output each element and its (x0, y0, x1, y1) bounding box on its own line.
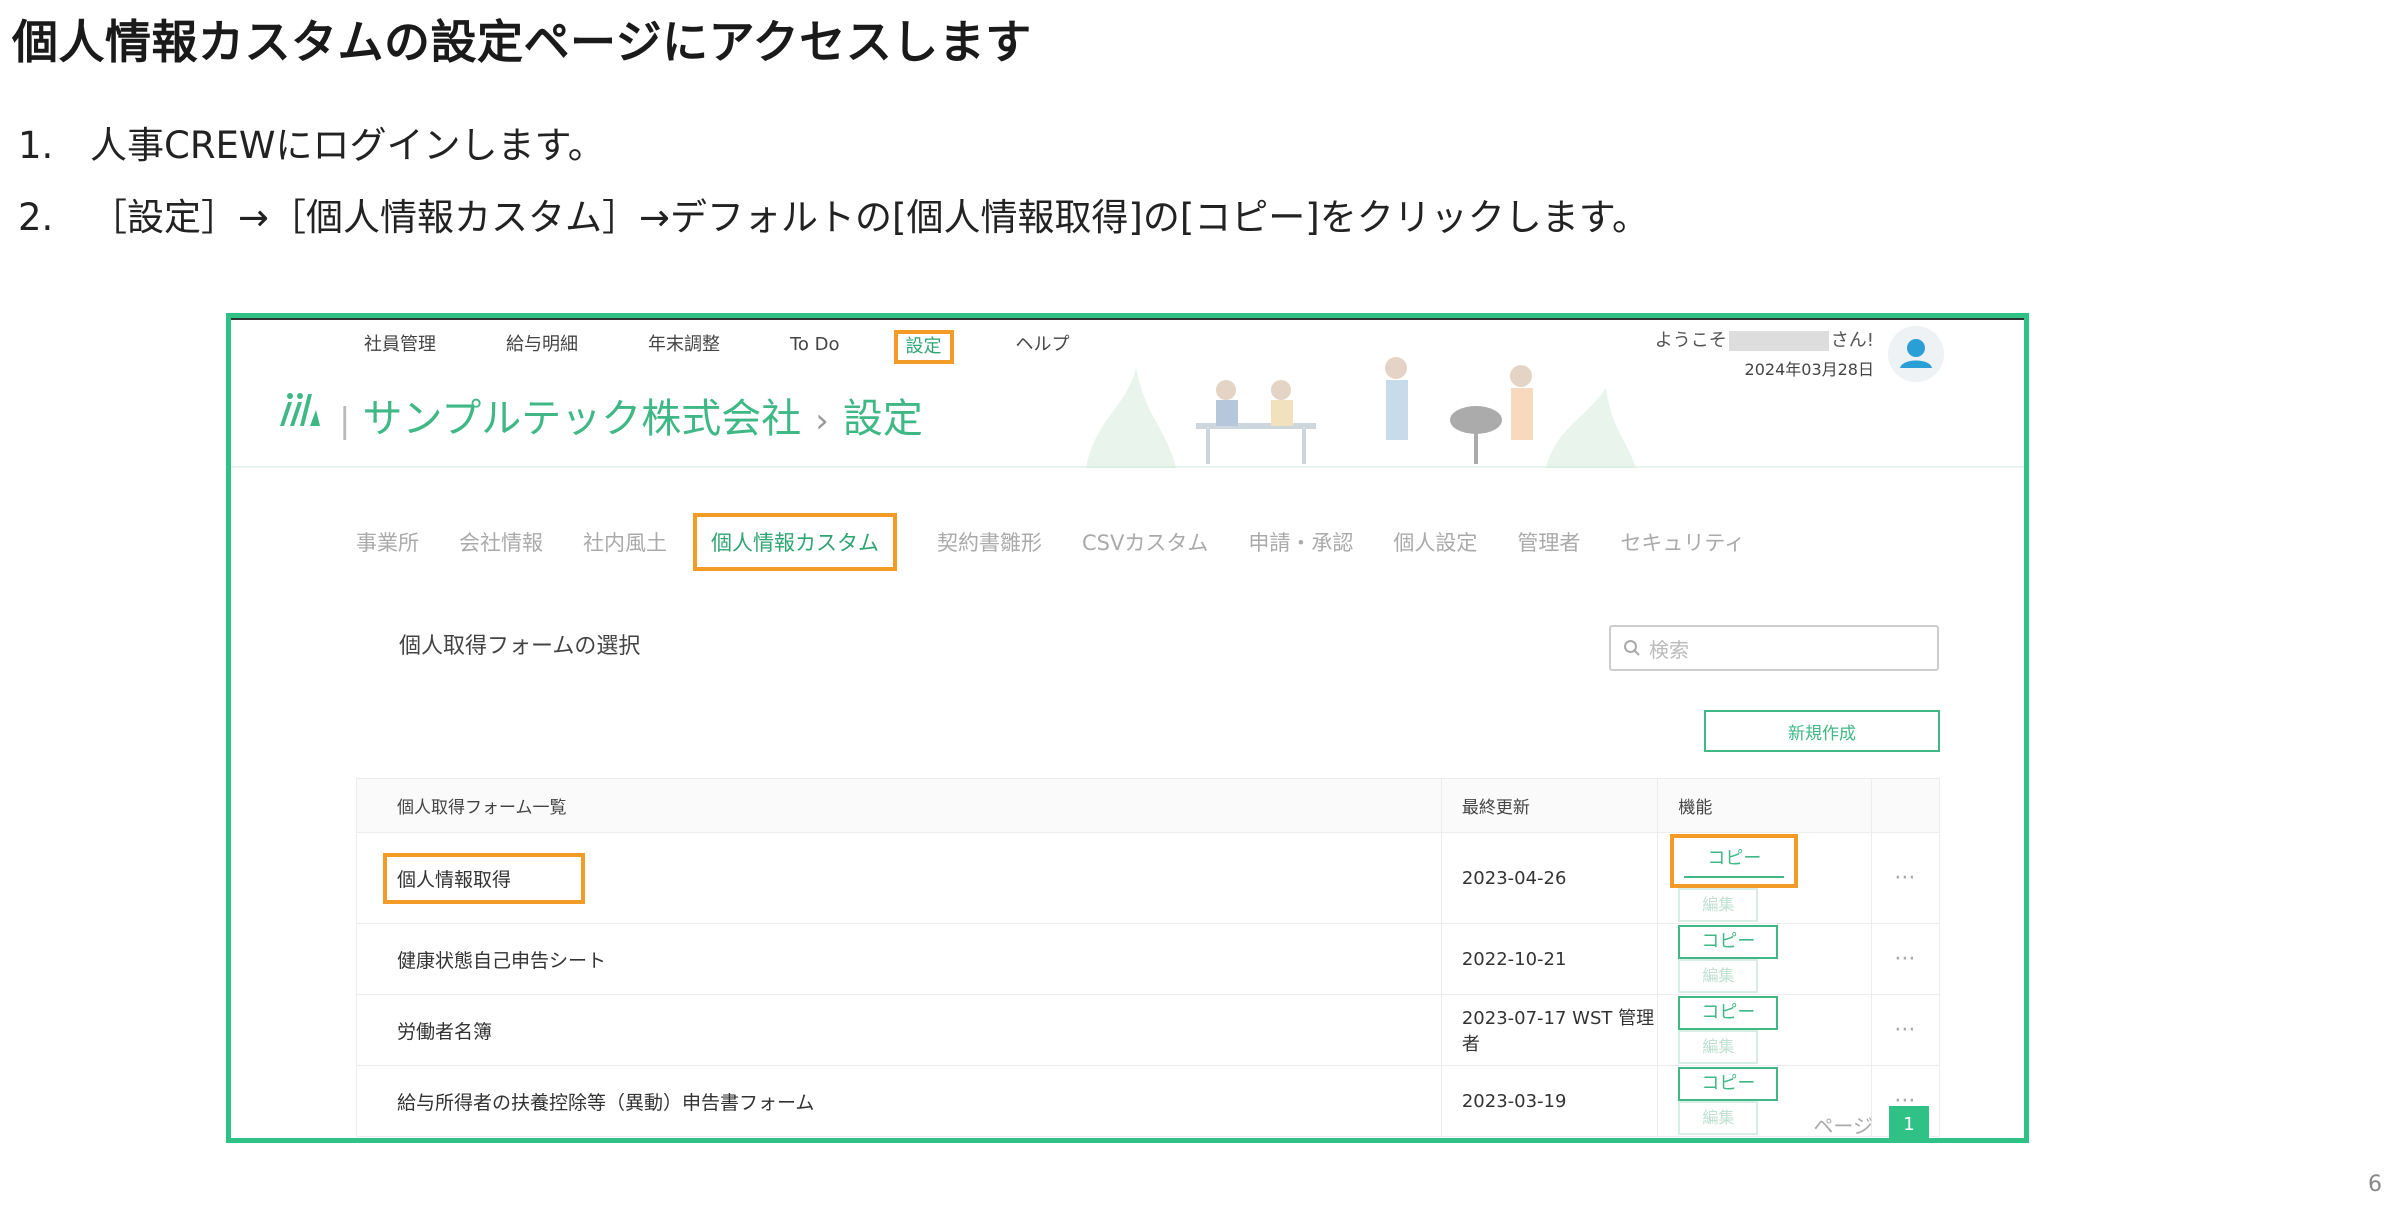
step-text: ［設定］→［個人情報カスタム］→デフォルトの[個人情報取得]の[コピー]をクリッ… (90, 196, 1650, 239)
logo-divider: | (339, 401, 351, 441)
nav-payslip[interactable]: 給与明細 (498, 330, 586, 364)
step-number: 1. (18, 124, 54, 167)
col-form-name: 個人取得フォーム一覧 (356, 778, 1442, 833)
edit-button[interactable]: 編集 (1678, 1101, 1759, 1135)
tab-contract-template[interactable]: 契約書雛形 (937, 527, 1042, 557)
step-1: 1. 人事CREWにログインします。 (18, 118, 1649, 190)
greeting-prefix: ようこそ (1654, 330, 1727, 351)
table-row: 個人情報取得 2023-04-26 コピー編集 ··· (356, 832, 1941, 924)
greeting-suffix: さん! (1830, 330, 1874, 351)
form-name[interactable]: 健康状態自己申告シート (356, 923, 1442, 995)
steps-list: 1. 人事CREWにログインします。 2. ［設定］→［個人情報カスタム］→デフォル… (18, 118, 1649, 262)
settings-tabs: 事業所 会社情報 社内風土 個人情報カスタム 契約書雛形 CSVカスタム 申請・… (356, 513, 1785, 571)
tab-company-info[interactable]: 会社情報 (459, 527, 543, 557)
slide-page-number: 6 (2368, 1172, 2382, 1197)
more-menu-icon[interactable]: ··· (1870, 994, 1941, 1066)
step-number: 2. (18, 196, 54, 239)
company-heading: | サンプルテック株式会社 › 設定 (339, 386, 923, 444)
copy-button[interactable]: コピー (1684, 844, 1785, 878)
edit-button[interactable]: 編集 (1678, 959, 1759, 993)
tab-office[interactable]: 事業所 (356, 527, 419, 557)
col-more (1870, 778, 1941, 833)
table-row: 給与所得者の扶養控除等（異動）申告書フォーム 2023-03-19 コピー編集 … (356, 1065, 1941, 1137)
functions-cell: コピー編集 (1657, 923, 1872, 995)
form-name[interactable]: 労働者名簿 (356, 994, 1442, 1066)
company-name[interactable]: サンプルテック株式会社 (362, 396, 801, 442)
tab-security[interactable]: セキュリティ (1620, 527, 1745, 557)
copy-button[interactable]: コピー (1678, 996, 1779, 1030)
functions-cell: コピー編集 (1657, 832, 1872, 924)
edit-button[interactable]: 編集 (1678, 888, 1759, 922)
nav-settings[interactable]: 設定 (893, 330, 954, 364)
table-row: 労働者名簿 2023-07-17 WST 管理者 コピー編集 ··· (356, 994, 1941, 1066)
functions-cell: コピー編集 (1657, 994, 1872, 1066)
tab-approval[interactable]: 申請・承認 (1248, 527, 1353, 557)
header-illustration (1086, 357, 1636, 468)
nav-employee[interactable]: 社員管理 (356, 330, 444, 364)
avatar-icon[interactable] (1888, 326, 1944, 382)
nav-year-end[interactable]: 年末調整 (640, 330, 728, 364)
app-screenshot: 社員管理 給与明細 年末調整 To Do 設定 ヘルプ | サンプルテック株式会社… (226, 313, 2029, 1143)
form-name[interactable]: 給与所得者の扶養控除等（異動）申告書フォーム (356, 1065, 1442, 1137)
new-form-button[interactable]: 新規作成 (1704, 710, 1940, 752)
copy-highlight: コピー (1670, 834, 1799, 888)
top-nav: 社員管理 給与明細 年末調整 To Do 設定 ヘルプ (356, 330, 1132, 364)
copy-button[interactable]: コピー (1678, 1067, 1779, 1101)
search-icon (1624, 640, 1640, 656)
step-2: 2. ［設定］→［個人情報カスタム］→デフォルトの[個人情報取得]の[コピー]をク… (18, 190, 1649, 262)
tab-admin[interactable]: 管理者 (1517, 527, 1580, 557)
header-rule (231, 318, 2024, 320)
tab-personal-settings[interactable]: 個人設定 (1393, 527, 1477, 557)
tab-csv-custom[interactable]: CSVカスタム (1082, 527, 1208, 557)
form-name[interactable]: 個人情報取得 (383, 852, 586, 904)
more-menu-icon[interactable]: ··· (1870, 832, 1941, 924)
form-table: 個人取得フォーム一覧 最終更新 機能 個人情報取得 2023-04-26 コピー… (356, 778, 1941, 1137)
logo-icon (280, 393, 320, 426)
table-row: 健康状態自己申告シート 2022-10-21 コピー編集 ··· (356, 923, 1941, 995)
document-title: 個人情報カスタムの設定ページにアクセスします (12, 15, 1032, 69)
breadcrumb-separator: › (815, 401, 829, 441)
updated-cell: 2023-03-19 (1440, 1065, 1659, 1137)
tab-culture[interactable]: 社内風土 (583, 527, 667, 557)
nav-todo[interactable]: To Do (782, 330, 848, 364)
page-1-button[interactable]: 1 (1889, 1106, 1929, 1138)
app-header: 社員管理 給与明細 年末調整 To Do 設定 ヘルプ | サンプルテック株式会社… (231, 318, 2024, 468)
page-title: 設定 (842, 396, 923, 442)
updated-cell: 2023-04-26 (1440, 832, 1659, 924)
more-menu-icon[interactable]: ··· (1870, 923, 1941, 995)
step-text: 人事CREWにログインします。 (90, 124, 605, 167)
updated-cell: 2023-07-17 WST 管理者 (1440, 994, 1659, 1066)
current-date: 2024年03月28日 (1744, 360, 1874, 379)
search-placeholder: 検索 (1649, 637, 1689, 662)
pager-label: ページ (1813, 1113, 1873, 1138)
redacted-username (1728, 331, 1829, 351)
col-updated: 最終更新 (1440, 778, 1659, 833)
copy-button[interactable]: コピー (1678, 925, 1779, 959)
search-input[interactable]: 検索 (1609, 625, 1939, 671)
user-greeting: ようこそ さん! 2024年03月28日 (1655, 326, 1874, 380)
col-functions: 機能 (1657, 778, 1872, 833)
pagination: ページ 1 (1813, 1106, 1929, 1138)
updated-cell: 2022-10-21 (1440, 923, 1659, 995)
form-name-cell: 個人情報取得 (356, 832, 1442, 924)
section-heading: 個人取得フォームの選択 (399, 634, 641, 659)
tab-personal-info-custom[interactable]: 個人情報カスタム (693, 513, 897, 571)
table-header-row: 個人取得フォーム一覧 最終更新 機能 (356, 778, 1941, 833)
edit-button[interactable]: 編集 (1678, 1030, 1759, 1064)
